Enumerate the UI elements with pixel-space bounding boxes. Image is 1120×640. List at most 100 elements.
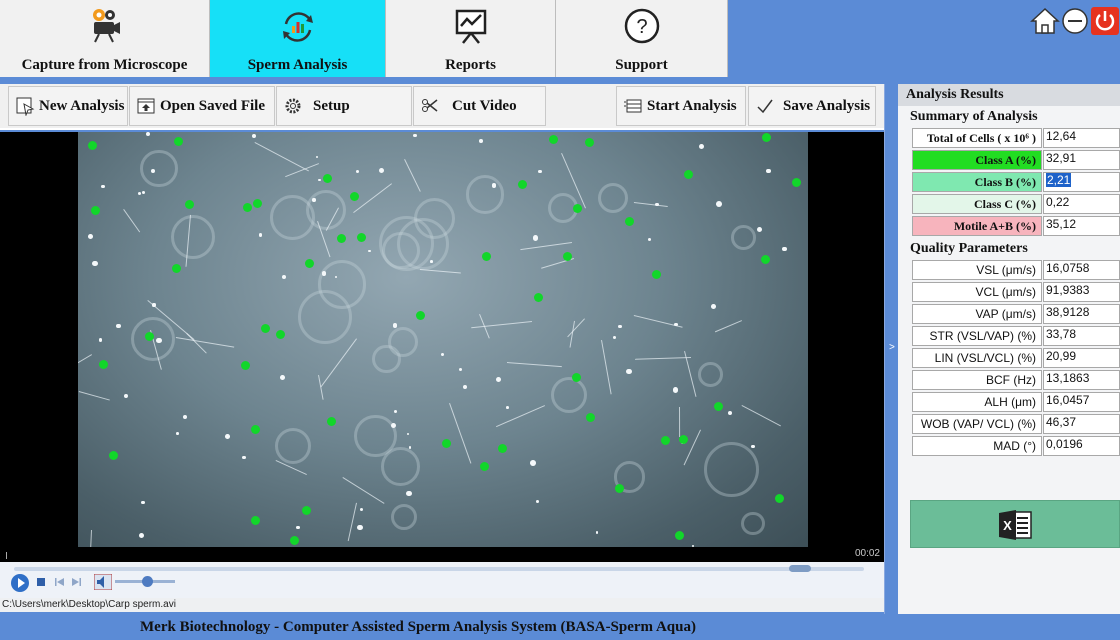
sperm-tail <box>506 362 562 368</box>
setup-button[interactable]: Setup <box>276 86 412 126</box>
sperm-tail <box>601 340 612 395</box>
cell-halo <box>598 182 629 213</box>
volume-slider[interactable] <box>115 576 175 587</box>
open-saved-file-button[interactable]: Open Saved File <box>129 86 275 126</box>
cut-video-label: Cut Video <box>452 97 517 114</box>
tab-sperm-analysis[interactable]: Sperm Analysis <box>210 0 386 77</box>
minimize-icon[interactable] <box>1060 6 1090 36</box>
sperm-tail <box>684 429 702 465</box>
cell-halo <box>741 511 765 536</box>
quality-value[interactable]: 91,9383 <box>1043 282 1120 302</box>
volume-icon[interactable] <box>94 574 112 590</box>
bright-speck <box>296 525 300 530</box>
cell-halo <box>140 149 178 188</box>
expand-arrow-icon[interactable]: > <box>889 342 895 353</box>
tab-support[interactable]: ? Support <box>556 0 728 77</box>
sperm-tail <box>634 357 691 360</box>
summary-value[interactable]: 32,91 <box>1043 150 1120 170</box>
quality-value[interactable]: 46,37 <box>1043 414 1120 434</box>
bright-speck <box>496 376 502 383</box>
next-icon[interactable] <box>71 576 83 588</box>
export-excel-button[interactable]: X <box>910 500 1120 548</box>
new-document-icon <box>16 97 35 116</box>
stop-icon[interactable] <box>35 576 47 588</box>
play-icon[interactable] <box>10 573 30 593</box>
bright-speck <box>406 432 409 435</box>
summary-value[interactable]: 2,21 <box>1043 172 1120 192</box>
tracked-cell-marker <box>250 424 260 434</box>
previous-icon[interactable] <box>53 576 65 588</box>
summary-label: Class A (%) <box>912 150 1042 170</box>
cut-video-button[interactable]: Cut Video <box>413 86 546 126</box>
quality-value[interactable]: 13,1863 <box>1043 370 1120 390</box>
quality-row-vap: VAP (μm/s) 38,9128 <box>898 304 1120 324</box>
microscope-video-frame[interactable] <box>78 132 808 547</box>
quality-value[interactable]: 20,99 <box>1043 348 1120 368</box>
summary-value[interactable]: 12,64 <box>1043 128 1120 148</box>
tracked-cell-marker <box>683 170 693 180</box>
summary-value[interactable]: 0,22 <box>1043 194 1120 214</box>
new-analysis-label: New Analysis <box>39 97 125 114</box>
cell-halo <box>465 175 505 215</box>
bright-speck <box>141 190 146 195</box>
tracked-cell-marker <box>480 462 490 472</box>
summary-label: Motile A+B (%) <box>912 216 1042 236</box>
summary-title: Summary of Analysis <box>910 109 1038 124</box>
summary-row-total-cells: Total of Cells ( x 10⁶ ) 12,64 <box>898 128 1120 148</box>
tracked-cell-marker <box>302 505 312 515</box>
cell-halo <box>390 503 417 530</box>
quality-value[interactable]: 33,78 <box>1043 326 1120 346</box>
home-icon[interactable] <box>1030 6 1060 36</box>
tracked-cell-marker <box>497 444 507 454</box>
bright-speck <box>355 169 360 174</box>
bright-speck <box>392 323 398 328</box>
bright-speck <box>359 507 364 512</box>
seek-bar[interactable] <box>14 565 864 572</box>
bright-speck <box>728 410 733 415</box>
analysis-toolbar: New Analysis Open Saved File Setup Cut V… <box>0 84 884 130</box>
tracked-cell-marker <box>326 417 336 426</box>
tracked-cell-marker <box>775 493 785 503</box>
volume-thumb[interactable] <box>142 576 153 587</box>
bright-speck <box>409 446 412 449</box>
sperm-tail <box>519 241 572 250</box>
tracked-cell-marker <box>174 137 184 147</box>
quality-label: WOB (VAP/ VCL) (%) <box>912 414 1042 434</box>
analysis-icon <box>282 12 313 42</box>
tab-capture-from-microscope[interactable]: Capture from Microscope <box>0 0 210 77</box>
quality-row-str: STR (VSL/VAP) (%) 33,78 <box>898 326 1120 346</box>
new-analysis-button[interactable]: New Analysis <box>8 86 128 126</box>
tracked-cell-marker <box>184 199 194 209</box>
bright-speck <box>281 275 286 280</box>
bright-speck <box>751 444 755 449</box>
quality-value[interactable]: 38,9128 <box>1043 304 1120 324</box>
sperm-tail <box>285 163 319 178</box>
sperm-tail <box>634 201 669 207</box>
seek-thumb[interactable] <box>789 565 811 572</box>
svg-text:?: ? <box>636 16 647 38</box>
bright-speck <box>140 500 145 505</box>
quality-value[interactable]: 0,0196 <box>1043 436 1120 456</box>
camera-icon <box>92 9 120 43</box>
tab-reports[interactable]: Reports <box>386 0 556 77</box>
quality-value[interactable]: 16,0758 <box>1043 260 1120 280</box>
tracked-cell-marker <box>761 132 771 142</box>
summary-row-class-c: Class C (%) 0,22 <box>898 194 1120 214</box>
footer-text: Merk Biotechnology - Computer Assisted S… <box>140 619 696 635</box>
quality-value[interactable]: 16,0457 <box>1043 392 1120 412</box>
panel-splitter[interactable]: > <box>884 84 898 614</box>
player-controls <box>0 562 884 598</box>
bright-speck <box>506 406 509 410</box>
bright-speck <box>279 374 285 380</box>
quality-label: LIN (VSL/VCL) (%) <box>912 348 1042 368</box>
cell-halo <box>731 225 756 250</box>
power-icon[interactable] <box>1090 6 1120 36</box>
bright-speck <box>258 233 263 237</box>
sperm-tail <box>348 502 358 541</box>
save-analysis-button[interactable]: Save Analysis <box>748 86 876 126</box>
sperm-tail <box>404 158 422 192</box>
start-analysis-button[interactable]: Start Analysis <box>616 86 746 126</box>
tracked-cell-marker <box>661 435 671 445</box>
bright-speck <box>711 303 716 309</box>
summary-value[interactable]: 35,12 <box>1043 216 1120 236</box>
